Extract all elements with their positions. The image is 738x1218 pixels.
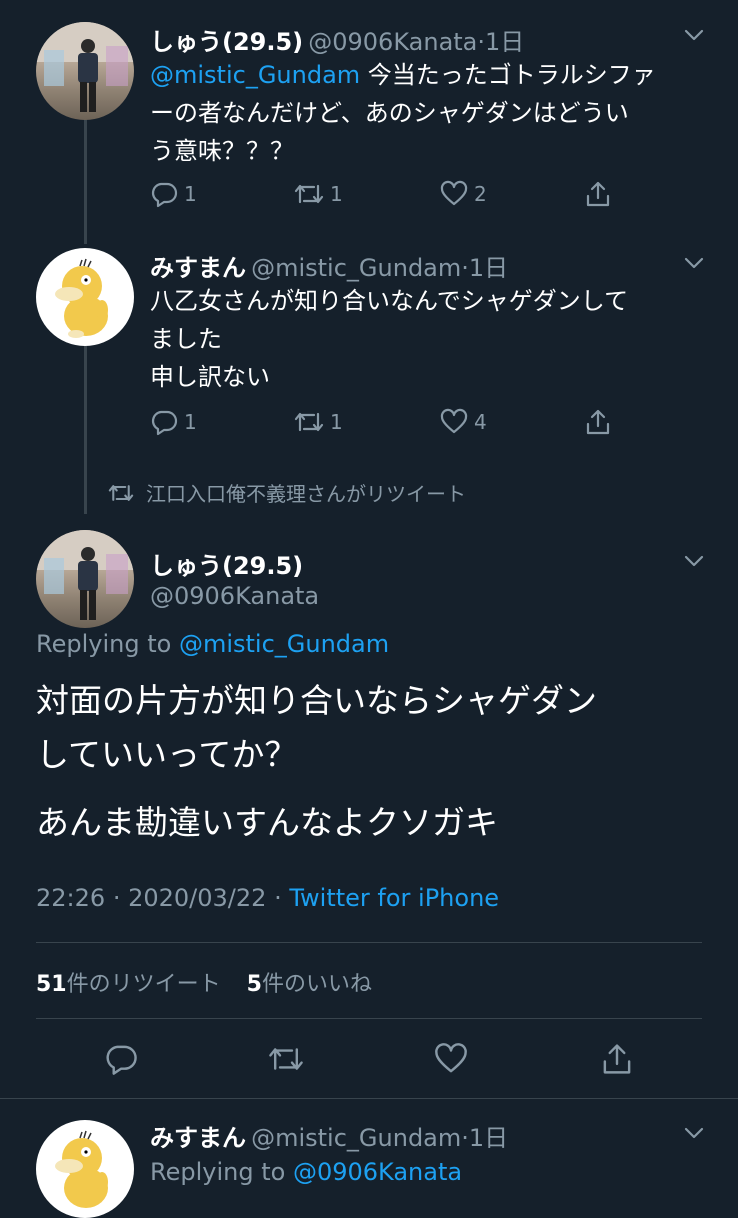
- retweets-stat[interactable]: 51件のリツイート: [36, 972, 221, 997]
- replying-to-link[interactable]: @mistic_Gundam: [179, 630, 389, 658]
- tweet-author-name[interactable]: しゅう(29.5): [150, 28, 303, 56]
- retweet-button[interactable]: [268, 1042, 304, 1076]
- tweet-author-handle[interactable]: @mistic_Gundam: [251, 254, 461, 282]
- tweet-time[interactable]: 1日: [485, 28, 524, 56]
- like-button[interactable]: [434, 1042, 468, 1076]
- tweet-author-handle[interactable]: @0906Kanata: [308, 28, 477, 56]
- retweet-icon: [294, 184, 324, 204]
- replying-to: Replying to @mistic_Gundam: [36, 630, 389, 658]
- tweet-text-line: う意味？？？: [150, 137, 294, 165]
- tweet-author-name[interactable]: みすまん: [150, 254, 246, 282]
- tweet-timestamp[interactable]: 22:26 · 2020/03/22 · Twitter for iPhone: [36, 884, 499, 912]
- tweet-text-line: 今当たったゴトラルシファ: [360, 61, 656, 89]
- chevron-down-icon[interactable]: [684, 554, 704, 568]
- retweet-icon: [269, 1048, 303, 1070]
- avatar-photo[interactable]: [36, 22, 134, 120]
- avatar-psyduck[interactable]: [36, 1120, 134, 1218]
- retweets-label: 件のリツイート: [66, 972, 221, 997]
- likes-label: 件のいいね: [261, 972, 372, 997]
- thread-line: [84, 118, 87, 244]
- tweet-text-line: 八乙女さんが知り合いなんでシャゲダンして: [150, 287, 629, 315]
- like-count: 2: [474, 182, 487, 206]
- divider: [0, 1098, 738, 1099]
- retweet-notice-text: 江口入口俺不義理さんがリツイート: [146, 482, 466, 506]
- share-icon: [586, 409, 610, 435]
- tweet-author-name[interactable]: みすまん: [150, 1124, 246, 1152]
- reply-button[interactable]: 1: [150, 180, 197, 208]
- reply-count: 1: [184, 410, 197, 434]
- like-button[interactable]: 4: [440, 408, 487, 436]
- replying-to: Replying to @0906Kanata: [150, 1158, 462, 1186]
- mention-link[interactable]: @mistic_Gundam: [150, 61, 360, 89]
- reply-button[interactable]: [104, 1042, 138, 1076]
- tweet-time[interactable]: 1日: [469, 254, 508, 282]
- retweet-notice[interactable]: 江口入口俺不義理さんがリツイート: [108, 478, 466, 507]
- tweet-text-line: 対面の片方が知り合いならシャゲダン: [36, 681, 597, 720]
- divider: [36, 1018, 702, 1019]
- main-tweet-text: 対面の片方が知り合いならシャゲダン していいってか？ あんま勘違いすんなよクソガ…: [36, 674, 716, 850]
- tweet-date: 2020/03/22: [128, 884, 267, 912]
- like-icon: [435, 1043, 467, 1073]
- divider: [36, 942, 702, 943]
- psyduck-icon: [55, 1130, 108, 1208]
- reply-button[interactable]: 1: [150, 408, 197, 436]
- like-icon: [440, 180, 468, 206]
- tweet-text-line: あんま勘違いすんなよクソガキ: [36, 803, 498, 842]
- retweet-icon: [108, 484, 134, 501]
- separator-dot: ·: [274, 884, 282, 912]
- retweets-count: 51: [36, 972, 67, 997]
- likes-count: 5: [246, 972, 262, 997]
- separator-dot: ·: [112, 884, 121, 912]
- retweet-count: 1: [330, 182, 343, 206]
- tweet-text-line: ーの者なんだけど、あのシャゲダンはどうい: [150, 99, 629, 127]
- tweet-author-handle[interactable]: @0906Kanata: [150, 582, 319, 610]
- reply-icon: [106, 1045, 137, 1075]
- chevron-down-icon[interactable]: [684, 1126, 704, 1140]
- separator-dot: ·: [477, 28, 486, 56]
- reply-icon: [151, 182, 178, 208]
- tweet-author-name[interactable]: しゅう(29.5): [150, 546, 303, 581]
- like-button[interactable]: 2: [440, 180, 487, 208]
- tweet-text: @mistic_Gundam 今当たったゴトラルシファ ーの者なんだけど、あのシ…: [150, 56, 710, 170]
- retweet-button[interactable]: 1: [294, 180, 343, 208]
- replying-prefix: Replying to: [150, 1158, 293, 1186]
- like-icon: [440, 408, 468, 434]
- tweet-source-link[interactable]: Twitter for iPhone: [289, 884, 499, 912]
- avatar-photo-art: [36, 22, 134, 112]
- retweet-button[interactable]: 1: [294, 408, 343, 436]
- thread-line: [84, 346, 87, 514]
- share-button[interactable]: [600, 1042, 634, 1076]
- chevron-down-icon[interactable]: [684, 256, 704, 270]
- engagement-stats: 51件のリツイート 5件のいいね: [36, 966, 372, 998]
- separator-dot: ·: [461, 254, 469, 282]
- avatar-psyduck[interactable]: [36, 248, 134, 346]
- tweet-time[interactable]: 1日: [469, 1124, 508, 1152]
- chevron-down-icon[interactable]: [684, 28, 704, 42]
- likes-stat[interactable]: 5件のいいね: [247, 972, 372, 997]
- tweet-text-line: していいってか？: [36, 735, 298, 774]
- reply-icon: [151, 410, 178, 436]
- reply-count: 1: [184, 182, 197, 206]
- share-button[interactable]: [584, 408, 612, 436]
- share-button[interactable]: [584, 180, 612, 208]
- tweet-text-line: 申し訳ない: [150, 363, 270, 391]
- like-count: 4: [474, 410, 487, 434]
- replying-to-link[interactable]: @0906Kanata: [293, 1158, 462, 1186]
- separator-dot: ·: [461, 1124, 469, 1152]
- tweet-author-handle[interactable]: @mistic_Gundam: [251, 1124, 461, 1152]
- tweet-text-line: ました: [150, 325, 222, 353]
- retweet-icon: [294, 412, 324, 432]
- avatar-photo[interactable]: [36, 530, 134, 628]
- share-icon: [603, 1044, 631, 1074]
- tweet-text: 八乙女さんが知り合いなんでシャゲダンして ました 申し訳ない: [150, 282, 710, 396]
- retweet-count: 1: [330, 410, 343, 434]
- tweet-time: 22:26: [36, 884, 106, 912]
- psyduck-icon: [55, 258, 108, 338]
- avatar-photo-art: [36, 530, 134, 620]
- share-icon: [586, 181, 610, 207]
- replying-prefix: Replying to: [36, 630, 179, 658]
